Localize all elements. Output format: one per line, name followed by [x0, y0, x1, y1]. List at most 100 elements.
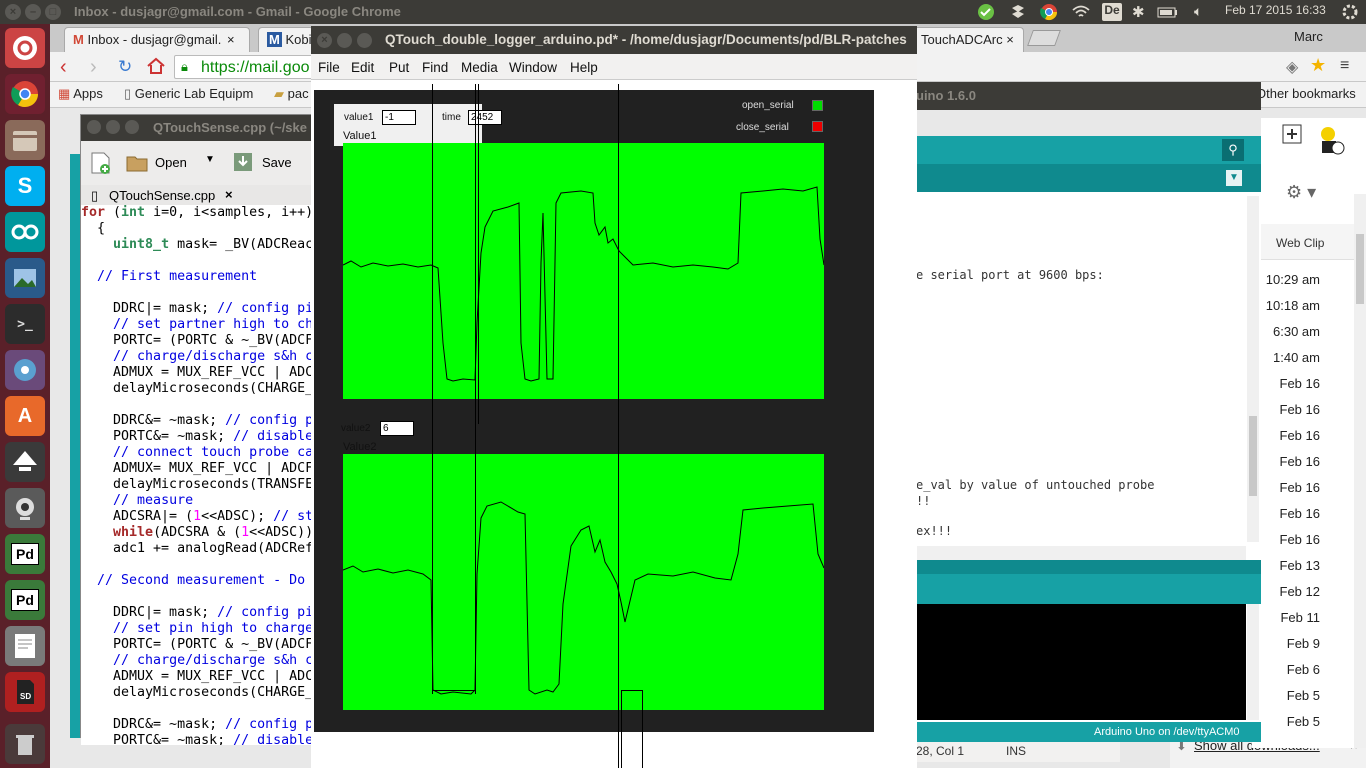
tab-gmail[interactable]: M Inbox - dusjagr@gmail. × — [64, 27, 250, 52]
close-window-button[interactable]: × — [317, 33, 332, 48]
back-button[interactable]: ‹ — [60, 56, 67, 79]
code-view[interactable]: for (int i=0, i<samples, i++) { uint8_t … — [81, 205, 321, 745]
menu-media[interactable]: Media — [461, 60, 498, 75]
menu-icon[interactable]: ≡ — [1340, 57, 1349, 75]
pd-titlebar: × QTouch_double_logger_arduino.pd* - /ho… — [311, 26, 917, 54]
dropbox-icon[interactable] — [1008, 3, 1028, 21]
tab-menu-button[interactable]: ▼ — [1226, 170, 1242, 186]
pac-bookmark[interactable]: ▰ pac — [274, 86, 309, 102]
camera-icon[interactable] — [5, 488, 45, 528]
battery-icon[interactable] — [1156, 3, 1180, 21]
m-icon: M — [267, 32, 282, 47]
console-scrollbar[interactable] — [1247, 604, 1259, 720]
arduino-code[interactable]: e serial port at 9600 bps: e_val by valu… — [916, 192, 1246, 546]
close-icon[interactable]: × — [1006, 32, 1014, 47]
mail-time: Feb 12 — [1279, 584, 1320, 599]
menu-help[interactable]: Help — [570, 60, 598, 75]
menu-edit[interactable]: Edit — [351, 60, 374, 75]
open-button[interactable]: Open ▼ — [125, 151, 215, 176]
forward-button[interactable]: › — [90, 56, 97, 79]
time-number-box[interactable]: 2452 — [468, 110, 502, 125]
new-file-icon[interactable] — [89, 151, 111, 178]
extension-icon[interactable]: ◈ — [1286, 57, 1298, 77]
maximize-window-button[interactable]: □ — [45, 4, 61, 20]
reload-button[interactable]: ↻ — [118, 57, 132, 77]
bluetooth-icon[interactable]: ✱ — [1132, 3, 1146, 21]
files-icon[interactable] — [5, 120, 45, 160]
close-window-button[interactable] — [87, 120, 101, 134]
other-bookmarks[interactable]: Other bookmarks — [1256, 86, 1356, 101]
folder-icon: ▰ — [274, 86, 284, 101]
close-window-button[interactable]: × — [5, 4, 21, 20]
software-center-icon[interactable]: A — [5, 396, 45, 436]
value2-label: value2 — [341, 423, 371, 434]
compose-plus-icon[interactable] — [1282, 124, 1304, 146]
pd-icon[interactable]: Pd — [5, 534, 45, 574]
generic-lab-bookmark[interactable]: ▯ Generic Lab Equipm — [124, 86, 253, 102]
scrollbar[interactable] — [1354, 194, 1366, 748]
menu-find[interactable]: Find — [422, 60, 448, 75]
svg-text:SD: SD — [20, 692, 31, 701]
skype-icon[interactable]: S — [5, 166, 45, 206]
open-serial-bang[interactable] — [812, 100, 823, 111]
power-gear-icon[interactable] — [1341, 3, 1361, 21]
mail-time: 10:29 am — [1265, 272, 1320, 287]
mail-time: Feb 16 — [1279, 376, 1320, 391]
menu-put[interactable]: Put — [389, 60, 409, 75]
value2-number-box[interactable]: 6 — [380, 421, 414, 436]
terminal-icon[interactable]: >_ — [5, 304, 45, 344]
apps-bookmark[interactable]: ▦ Apps — [58, 86, 103, 102]
menu-window[interactable]: Window — [509, 60, 557, 75]
value1-plot — [342, 143, 825, 399]
minimize-window-button[interactable] — [106, 120, 120, 134]
serial-monitor-button[interactable]: ⚲ — [1222, 139, 1244, 161]
maximize-window-button[interactable] — [125, 120, 139, 134]
address-bar[interactable]: 🔒︎ https://mail.goo — [174, 55, 314, 79]
maximize-window-button[interactable] — [357, 33, 372, 48]
pd-icon[interactable]: Pd — [5, 580, 45, 620]
close-icon[interactable]: × — [225, 187, 233, 202]
gear-icon[interactable]: ⚙ ▾ — [1286, 182, 1316, 203]
trash-icon[interactable] — [5, 724, 45, 764]
gedit-tab[interactable]: ▯ QTouchSense.cpp × — [81, 185, 321, 207]
tab-touchadc[interactable]: TouchADCArc × — [912, 27, 1024, 52]
menu-file[interactable]: File — [318, 60, 340, 75]
mail-time: Feb 9 — [1286, 636, 1320, 651]
save-button[interactable]: Save — [231, 151, 292, 176]
profile-name[interactable]: Marc — [1294, 29, 1323, 44]
keyboard-layout-indicator[interactable]: De — [1102, 3, 1122, 21]
value1-number-box[interactable]: -1 — [382, 110, 416, 125]
star-icon[interactable]: ★ — [1310, 55, 1326, 76]
minimize-window-button[interactable] — [337, 33, 352, 48]
image-viewer-icon[interactable] — [5, 258, 45, 298]
home-button[interactable] — [146, 56, 166, 79]
new-tab-button[interactable] — [1027, 30, 1061, 46]
code-scrollbar[interactable] — [1247, 196, 1259, 542]
ubuntu-dash-icon[interactable] — [5, 28, 45, 68]
clock[interactable]: Feb 17 2015 16:33 — [1225, 3, 1326, 21]
pidgin-icon[interactable] — [5, 350, 45, 390]
minimize-window-button[interactable]: – — [25, 4, 41, 20]
update-icon[interactable] — [976, 3, 996, 21]
mail-time: Feb 11 — [1280, 610, 1320, 625]
code-line: ADCSRA|= (1<<ADSC); // st — [81, 509, 314, 524]
inkscape-icon[interactable] — [5, 442, 45, 482]
close-serial-bang[interactable] — [812, 121, 823, 132]
tab-kobi[interactable]: M Kobi — [258, 27, 314, 52]
value1-label: value1 — [344, 112, 374, 123]
close-icon[interactable]: × — [227, 32, 235, 47]
mail-time: 1:40 am — [1273, 350, 1320, 365]
horizontal-scrollbar[interactable] — [916, 546, 1246, 560]
wifi-icon[interactable] — [1071, 3, 1091, 21]
volume-icon[interactable]: 🔈︎ — [1194, 3, 1210, 21]
avatar[interactable] — [1314, 122, 1348, 156]
chromium-icon[interactable] — [5, 74, 45, 114]
mail-time: Feb 16 — [1279, 402, 1320, 417]
chevron-down-icon[interactable]: ▼ — [205, 154, 215, 165]
sd-card-icon[interactable]: SD — [5, 672, 45, 712]
text-editor-icon[interactable] — [5, 626, 45, 666]
arduino-console — [916, 604, 1246, 720]
chrome-tray-icon[interactable] — [1039, 3, 1059, 21]
arduino-icon[interactable] — [5, 212, 45, 252]
